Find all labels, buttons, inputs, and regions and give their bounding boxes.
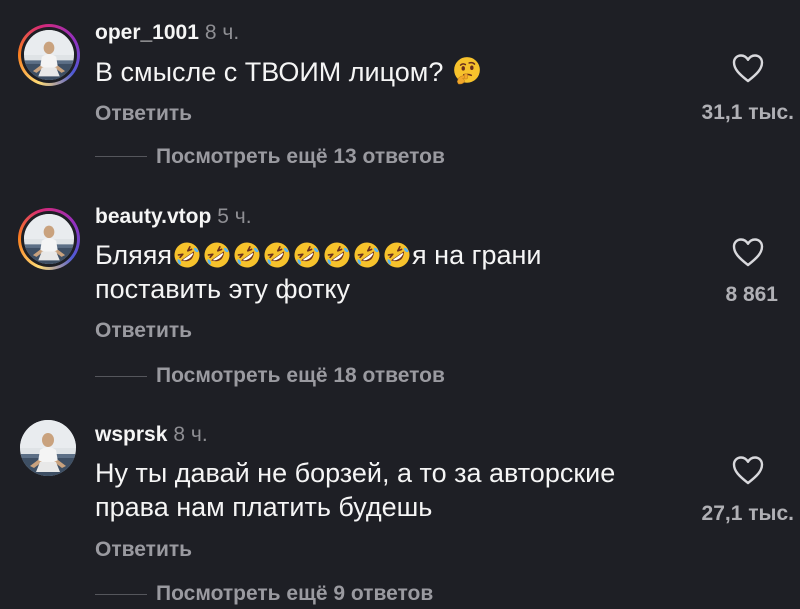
username[interactable]: wsprsk (95, 423, 167, 446)
comment-text-part: я на грани (412, 240, 542, 270)
rolling-on-floor-laughing-icon (263, 241, 291, 269)
avatar-story-ring[interactable] (18, 208, 80, 270)
like-count: 27,1 тыс. (701, 502, 794, 525)
comment-meta: beauty.vtop 5 ч. (95, 203, 252, 230)
divider-line (95, 156, 147, 157)
rolling-on-floor-laughing-icon (353, 241, 381, 269)
rolling-on-floor-laughing-icon (173, 241, 201, 269)
heart-outline-icon[interactable] (731, 236, 765, 268)
rolling-on-floor-laughing-icon (383, 241, 411, 269)
comment-text: В смысле с ТВОИМ лицом? (95, 55, 685, 89)
avatar[interactable] (24, 214, 74, 264)
comment-text-part: поставить эту фотку (95, 274, 351, 304)
comment-text-part: Бляяя (95, 240, 173, 270)
rolling-on-floor-laughing-icon (323, 241, 351, 269)
emoji-row (172, 240, 412, 270)
thinking-face-icon (452, 56, 482, 86)
comment-text: Ну ты давай не борзей, а то за авторские… (95, 456, 685, 524)
avatar-wrap[interactable] (18, 418, 80, 480)
comment-text: Бляяя я на грани поставить эту фотку (95, 238, 695, 306)
heart-outline-icon[interactable] (731, 52, 765, 84)
timestamp: 8 ч. (204, 21, 240, 44)
rolling-on-floor-laughing-icon (293, 241, 321, 269)
reply-button[interactable]: Ответить (95, 102, 192, 126)
view-more-replies-button[interactable]: Посмотреть ещё 13 ответов (156, 145, 445, 169)
rolling-on-floor-laughing-icon (203, 241, 231, 269)
username[interactable]: oper_1001 (95, 21, 199, 44)
avatar-story-ring[interactable] (18, 24, 80, 86)
comment-meta: wsprsk 8 ч. (95, 421, 208, 448)
like-count: 8 861 (725, 283, 778, 306)
view-more-replies-button[interactable]: Посмотреть ещё 9 ответов (156, 582, 433, 606)
divider-line (95, 594, 147, 595)
timestamp: 5 ч. (217, 205, 252, 228)
username[interactable]: beauty.vtop (95, 205, 211, 228)
like-count: 31,1 тыс. (701, 101, 794, 124)
rolling-on-floor-laughing-icon (233, 241, 261, 269)
reply-button[interactable]: Ответить (95, 538, 192, 562)
timestamp: 8 ч. (173, 423, 208, 446)
view-more-replies-button[interactable]: Посмотреть ещё 18 ответов (156, 364, 445, 388)
comment-text-part: Ну ты давай не борзей, а то за авторские (95, 458, 616, 488)
avatar[interactable] (24, 30, 74, 80)
divider-line (95, 376, 147, 377)
comment-text-part: права нам платить будешь (95, 492, 433, 522)
comment-meta: oper_1001 8 ч. (95, 19, 239, 46)
comment-text-part: В смысле с ТВОИМ лицом? (95, 57, 444, 87)
heart-outline-icon[interactable] (731, 454, 765, 486)
avatar[interactable] (20, 420, 76, 476)
reply-button[interactable]: Ответить (95, 319, 192, 343)
